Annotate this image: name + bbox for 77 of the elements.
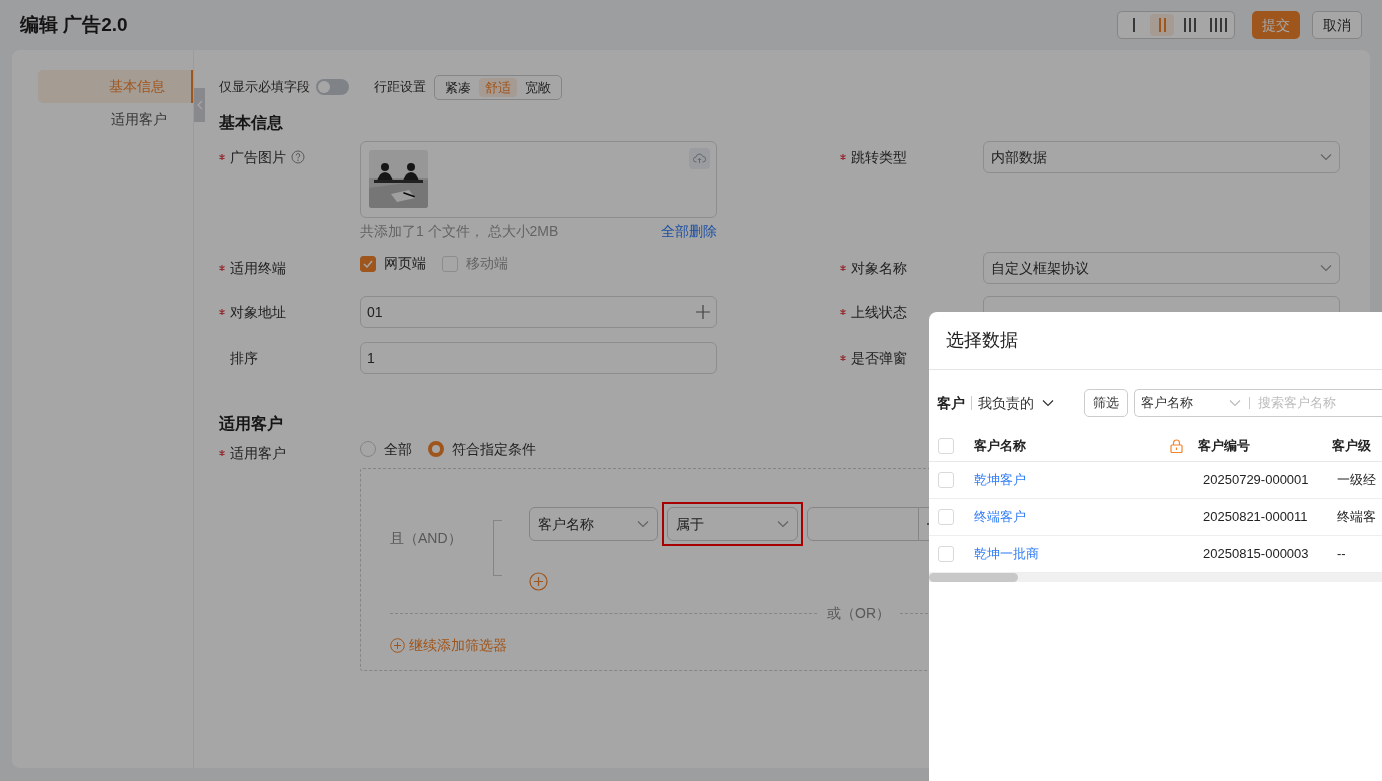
column-header: 客户级 [1332, 436, 1371, 455]
scope-label: 客户 [937, 393, 965, 413]
search-input[interactable]: 搜索客户名称 [1258, 393, 1368, 413]
column-header: 客户编号 [1198, 436, 1251, 455]
help-icon [291, 150, 305, 164]
field-label: 对象名称 [851, 258, 907, 278]
bracket-line [493, 520, 502, 576]
checkbox-label: 网页端 [384, 254, 426, 273]
condition-operator-select[interactable]: 属于 [667, 507, 798, 541]
chevron-down-icon [1042, 399, 1054, 407]
chevron-down-icon [777, 520, 789, 528]
chevron-down-icon [1229, 399, 1241, 407]
nav-item[interactable]: 适用客户 [38, 103, 193, 136]
chevron-left-icon [196, 100, 203, 110]
spacing-option[interactable]: 紧凑 [439, 77, 477, 97]
field-label: 广告图片 [230, 147, 286, 167]
toggle-label: 仅显示必填字段 [219, 78, 310, 97]
table-cell-text: -- [1337, 545, 1346, 564]
sort-field[interactable]: 1 [360, 342, 717, 374]
check-icon [363, 259, 373, 268]
toggle-switch[interactable] [316, 79, 349, 95]
spacing-label: 行距设置 [374, 78, 426, 97]
radio-label: 全部 [384, 439, 412, 459]
table-cell-text: 20250729-000001 [1203, 471, 1310, 490]
field-label: 跳转类型 [851, 147, 907, 167]
chevron-down-icon [1320, 153, 1332, 161]
checkbox[interactable] [360, 255, 376, 272]
checkbox[interactable] [442, 255, 458, 272]
radio-button[interactable] [428, 441, 444, 457]
scrollbar-thumb[interactable] [929, 573, 1018, 582]
table-cell-text: 20250821-000011 [1203, 508, 1309, 527]
drawer-title: 选择数据 [946, 329, 1018, 352]
table-cell-text: 一级经 [1337, 471, 1376, 490]
filter-button[interactable]: 筛选 [1084, 389, 1128, 417]
customer-link[interactable]: 乾坤一批商 [974, 544, 1203, 564]
radio-button[interactable] [360, 441, 376, 457]
page-title: 编辑 广告2.0 [20, 12, 128, 37]
cancel-button[interactable]: 取消 [1312, 11, 1362, 39]
spacing-option[interactable]: 宽敞 [519, 77, 557, 97]
section-title: 适用客户 [219, 414, 283, 434]
radio-label: 符合指定条件 [452, 439, 536, 459]
section-title: 基本信息 [219, 113, 283, 133]
upload-area[interactable] [360, 141, 717, 218]
checkbox[interactable] [938, 509, 954, 525]
and-label: 且（AND） [390, 529, 463, 548]
field-label: 对象地址 [230, 302, 286, 322]
collapse-tab[interactable] [194, 88, 205, 122]
field-label: 上线状态 [851, 302, 907, 322]
plus-icon[interactable] [696, 305, 710, 319]
search-field[interactable]: 客户名称 搜索客户名称 [1134, 389, 1382, 417]
field-label: 适用终端 [230, 258, 286, 278]
table-cell-text: 20250815-000003 [1203, 545, 1310, 564]
density-option[interactable] [1150, 14, 1174, 36]
checkbox[interactable] [938, 437, 954, 454]
owner-dropdown[interactable]: 我负责的 [978, 392, 1054, 414]
add-condition-icon[interactable] [529, 572, 548, 591]
select-field[interactable]: 内部数据 [983, 141, 1340, 173]
checkbox[interactable] [938, 472, 954, 488]
checkbox[interactable] [938, 546, 954, 562]
select-field[interactable]: 自定义框架协议 [983, 252, 1340, 284]
customer-link[interactable]: 乾坤客户 [974, 470, 1203, 490]
table-cell-text: 终端客 [1337, 508, 1376, 527]
upload-icon[interactable] [689, 148, 710, 169]
address-field[interactable]: 01 [360, 296, 717, 328]
column-header: 客户名称 [974, 436, 1027, 455]
chevron-down-icon [637, 520, 649, 528]
chevron-down-icon [1320, 264, 1332, 272]
field-label: 适用客户 [230, 443, 286, 463]
plus-circle-icon [390, 638, 405, 653]
field-label: 是否弹窗 [851, 348, 907, 368]
upload-summary: 共添加了1 个文件， 总大小2MB [360, 221, 559, 241]
lock-icon [1170, 438, 1183, 453]
or-label: 或（OR） [826, 604, 891, 623]
condition-field-select[interactable]: 客户名称 [529, 507, 658, 541]
checkbox-label: 移动端 [466, 254, 508, 273]
field-label: 排序 [230, 348, 258, 368]
customer-link[interactable]: 终端客户 [974, 507, 1203, 527]
